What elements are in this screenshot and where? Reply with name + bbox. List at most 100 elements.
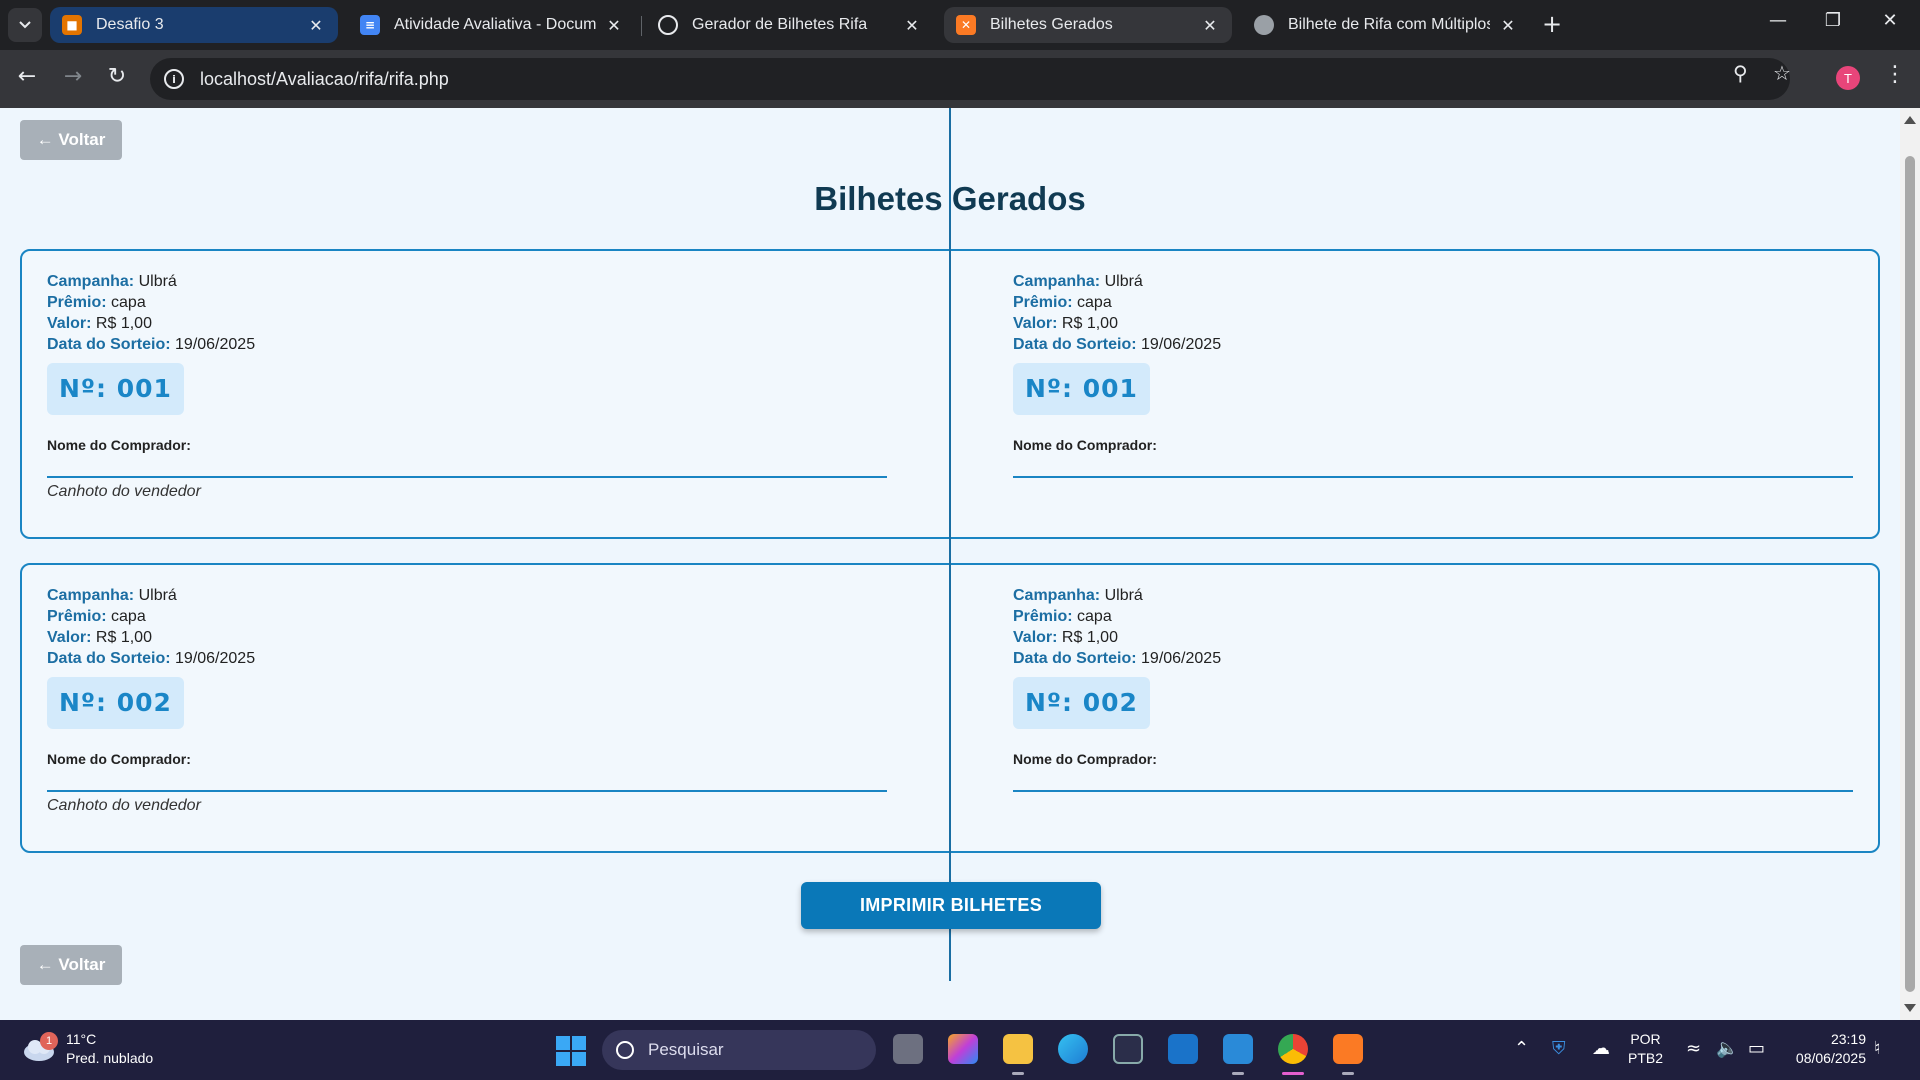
bookmark-star-icon[interactable]: ☆	[1773, 61, 1791, 85]
tab-separator	[641, 16, 642, 36]
site-info-icon[interactable]: i	[164, 69, 184, 89]
outlook-icon[interactable]	[1168, 1034, 1198, 1064]
tab-bilhete-multiplos[interactable]: Bilhete de Rifa com Múltiplos P ✕	[1242, 7, 1530, 43]
cut-line	[949, 108, 951, 981]
tab-strip: ■ Desafio 3 ✕ ≡ Atividade Avaliativa - D…	[0, 0, 1920, 50]
value-line: Valor: R$ 1,00	[47, 315, 152, 332]
minimize-icon[interactable]: —	[1758, 10, 1798, 31]
back-button-bottom[interactable]: ← Voltar	[20, 945, 122, 985]
system-clock[interactable]: 23:19 08/06/2025	[1780, 1030, 1866, 1068]
app-indicator	[1012, 1072, 1024, 1075]
docs-icon: ≡	[360, 15, 380, 35]
weather-description: Pred. nublado	[66, 1050, 154, 1066]
reload-icon[interactable]: ↻	[102, 64, 132, 89]
globe-icon	[1254, 15, 1274, 35]
forward-arrow-icon[interactable]: →	[58, 64, 88, 89]
taskbar-search[interactable]: Pesquisar	[602, 1030, 876, 1070]
tab-gerador[interactable]: Gerador de Bilhetes Rifa ✕	[646, 7, 934, 43]
ticket-buyer-part: Campanha: Ulbrá Prêmio: capa Valor: R$ 1…	[1013, 271, 1853, 478]
profile-avatar[interactable]: T	[1836, 66, 1860, 90]
stub-caption: Canhoto do vendedor	[47, 483, 201, 500]
chevron-up-icon[interactable]: ⌃	[1514, 1038, 1529, 1059]
url-text[interactable]: localhost/Avaliacao/rifa/rifa.php	[200, 69, 449, 90]
draw-date-line: Data do Sorteio: 19/06/2025	[1013, 650, 1222, 667]
new-tab-icon[interactable]: +	[1542, 10, 1562, 38]
close-tab-icon[interactable]: ✕	[1200, 16, 1220, 35]
ticket-number: Nº: 002	[1013, 677, 1150, 729]
buyer-signature-line	[47, 476, 887, 478]
vscode-icon[interactable]	[1223, 1034, 1253, 1064]
battery-icon[interactable]: ▭	[1748, 1038, 1765, 1059]
tab-bilhetes-gerados[interactable]: ✕ Bilhetes Gerados ✕	[944, 7, 1232, 43]
weather-temp: 11°C	[66, 1031, 97, 1047]
security-shield-icon[interactable]: ⛨	[1552, 1038, 1566, 1059]
app-indicator-active	[1282, 1072, 1304, 1075]
close-tab-icon[interactable]: ✕	[1498, 16, 1518, 35]
tab-atividade[interactable]: ≡ Atividade Avaliativa - Documen ✕	[348, 7, 636, 43]
speaker-muted-icon[interactable]: 🔈	[1716, 1038, 1738, 1059]
scroll-up-icon[interactable]	[1904, 116, 1916, 124]
chrome-icon[interactable]	[1278, 1034, 1308, 1064]
restore-icon[interactable]: ❐	[1813, 10, 1853, 31]
browser-menu-icon[interactable]: ⋮	[1884, 62, 1906, 87]
ticket-buyer-part: Campanha: Ulbrá Prêmio: capa Valor: R$ 1…	[1013, 585, 1853, 792]
ticket-number: Nº: 001	[47, 363, 184, 415]
tab-search-button[interactable]	[8, 8, 42, 42]
app-indicator	[1232, 1072, 1244, 1075]
close-tab-icon[interactable]: ✕	[306, 16, 326, 35]
back-button-top[interactable]: ← Voltar	[20, 120, 122, 160]
campaign-line: Campanha: Ulbrá	[47, 587, 177, 604]
zoom-icon[interactable]: ⚲	[1733, 61, 1748, 85]
buyer-label: Nome do Comprador:	[47, 751, 191, 767]
buyer-label: Nome do Comprador:	[1013, 437, 1157, 453]
buyer-signature-line	[1013, 790, 1853, 792]
prize-line: Prêmio: capa	[47, 294, 146, 311]
draw-date-line: Data do Sorteio: 19/06/2025	[47, 650, 256, 667]
windows-start-icon[interactable]	[556, 1036, 586, 1066]
store-icon[interactable]	[1113, 1034, 1143, 1064]
print-tickets-button[interactable]: IMPRIMIR BILHETES	[801, 882, 1101, 929]
buyer-label: Nome do Comprador:	[1013, 751, 1157, 767]
tab-title: Bilhete de Rifa com Múltiplos P	[1288, 16, 1490, 33]
close-tab-icon[interactable]: ✕	[902, 16, 922, 35]
scrollbar-thumb[interactable]	[1905, 156, 1915, 992]
file-explorer-icon[interactable]	[1003, 1034, 1033, 1064]
tab-title: Desafio 3	[96, 16, 164, 33]
tab-title: Gerador de Bilhetes Rifa	[692, 16, 868, 33]
ticket-number: Nº: 002	[47, 677, 184, 729]
ticket-stub: Campanha: Ulbrá Prêmio: capa Valor: R$ 1…	[47, 271, 887, 501]
tab-title: Atividade Avaliativa - Documen	[394, 16, 596, 33]
scroll-down-icon[interactable]	[1904, 1004, 1916, 1012]
draw-date-line: Data do Sorteio: 19/06/2025	[1013, 336, 1222, 353]
windows-taskbar: 1 11°C Pred. nublado Pesquisar ⌃ ⛨ ☁ POR…	[0, 1020, 1920, 1080]
search-placeholder: Pesquisar	[648, 1040, 724, 1059]
weather-widget[interactable]: 1 11°C Pred. nublado	[22, 1030, 153, 1068]
value-line: Valor: R$ 1,00	[47, 629, 152, 646]
chatgpt-icon	[658, 15, 678, 35]
notification-bell-icon[interactable]: ♮	[1874, 1038, 1880, 1059]
page-scrollbar[interactable]	[1900, 108, 1920, 1020]
stub-caption: Canhoto do vendedor	[47, 797, 201, 814]
xampp-icon: ✕	[956, 15, 976, 35]
campaign-line: Campanha: Ulbrá	[47, 273, 177, 290]
wifi-icon[interactable]: ≈	[1686, 1038, 1701, 1059]
cloud-icon: 1	[22, 1032, 58, 1062]
campaign-line: Campanha: Ulbrá	[1013, 273, 1143, 290]
edge-icon[interactable]	[1058, 1034, 1088, 1064]
address-bar[interactable]: i localhost/Avaliacao/rifa/rifa.php	[150, 58, 1790, 100]
classroom-icon: ■	[62, 15, 82, 35]
copilot-icon[interactable]	[948, 1034, 978, 1064]
campaign-line: Campanha: Ulbrá	[1013, 587, 1143, 604]
buyer-label: Nome do Comprador:	[47, 437, 191, 453]
ticket-stub: Campanha: Ulbrá Prêmio: capa Valor: R$ 1…	[47, 585, 887, 815]
tab-desafio[interactable]: ■ Desafio 3 ✕	[50, 7, 338, 43]
task-view-icon[interactable]	[893, 1034, 923, 1064]
xampp-icon[interactable]	[1333, 1034, 1363, 1064]
back-arrow-icon[interactable]: ←	[12, 64, 42, 89]
ticket-number: Nº: 001	[1013, 363, 1150, 415]
value-line: Valor: R$ 1,00	[1013, 629, 1118, 646]
close-window-icon[interactable]: ✕	[1870, 10, 1910, 31]
cloud-offline-icon[interactable]: ☁	[1592, 1038, 1610, 1059]
language-indicator[interactable]: POR PTB2	[1628, 1030, 1663, 1068]
close-tab-icon[interactable]: ✕	[604, 16, 624, 35]
